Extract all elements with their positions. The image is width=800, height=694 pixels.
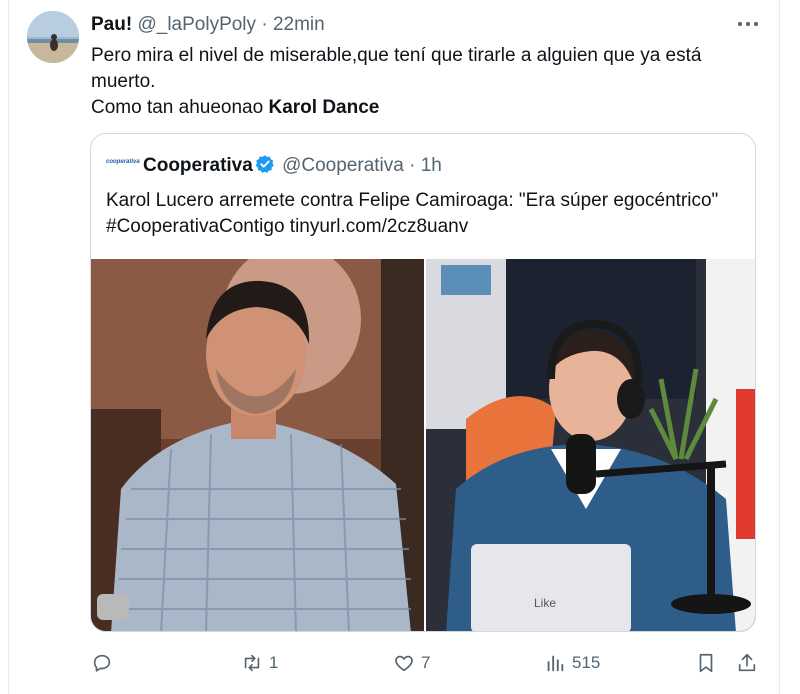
reply-icon <box>93 654 111 672</box>
timeline-border-right <box>779 0 780 694</box>
verified-badge-icon <box>255 154 275 174</box>
like-button[interactable]: 7 <box>393 648 430 678</box>
share-button[interactable] <box>736 648 758 678</box>
quote-media[interactable]: Like <box>91 259 755 631</box>
timeline-border-left <box>8 0 9 694</box>
avatar[interactable] <box>27 11 79 63</box>
tweet-container: Pau! @_laPolyPoly · 22min Pero mira el n… <box>0 0 800 694</box>
quote-separator: · <box>409 155 416 176</box>
analytics-icon <box>547 655 564 672</box>
photo-host-microphone[interactable]: Like <box>426 259 755 631</box>
timestamp[interactable]: 22min <box>273 14 325 35</box>
tweet-text: Pero mira el nivel de miserable,que tení… <box>91 43 751 121</box>
quote-text-line1: Karol Lucero arremete contra Felipe Cami… <box>106 190 719 211</box>
quote-handle[interactable]: @Cooperativa <box>282 155 404 176</box>
quote-header: Cooperativa @Cooperativa · 1h <box>143 154 442 178</box>
views-button[interactable]: 515 <box>544 648 600 678</box>
like-count: 7 <box>421 653 431 672</box>
handle[interactable]: @_laPolyPoly <box>137 14 256 35</box>
retweet-count: 1 <box>269 653 279 672</box>
bookmark-icon <box>699 653 713 673</box>
quote-text: Karol Lucero arremete contra Felipe Cami… <box>106 188 746 240</box>
share-icon <box>738 653 756 672</box>
action-bar: 1 7 515 <box>0 648 800 678</box>
quote-display-name[interactable]: Cooperativa <box>143 155 253 176</box>
tweet-text-line1: Pero mira el nivel de miserable,que tení… <box>91 45 702 92</box>
tweet-text-bold: Karol Dance <box>268 97 380 118</box>
retweet-button[interactable]: 1 <box>241 648 278 678</box>
tweet-text-line2-prefix: Como tan ahueonao <box>91 97 269 118</box>
heart-icon <box>395 655 413 672</box>
views-count: 515 <box>572 653 601 672</box>
laptop-logo-text: Like <box>534 596 556 610</box>
tweet-text-line2: Como tan ahueonao Karol Dance <box>91 95 751 121</box>
display-name[interactable]: Pau! <box>91 14 132 35</box>
header-separator: · <box>261 14 268 35</box>
more-options-icon[interactable] <box>735 12 761 36</box>
tweet-header: Pau! @_laPolyPoly · 22min <box>91 13 325 37</box>
quote-avatar-logo[interactable]: cooperativa <box>106 159 140 165</box>
quoted-tweet[interactable]: cooperativa Cooperativa @Cooperativa · 1… <box>90 133 756 632</box>
quote-text-line2[interactable]: #CooperativaContigo tinyurl.com/2cz8uanv <box>106 214 746 240</box>
photo-man-checked-shirt[interactable] <box>91 259 424 631</box>
bookmark-button[interactable] <box>695 648 717 678</box>
retweet-icon <box>244 654 260 672</box>
reply-button[interactable] <box>91 648 119 678</box>
quote-timestamp[interactable]: 1h <box>421 155 442 176</box>
